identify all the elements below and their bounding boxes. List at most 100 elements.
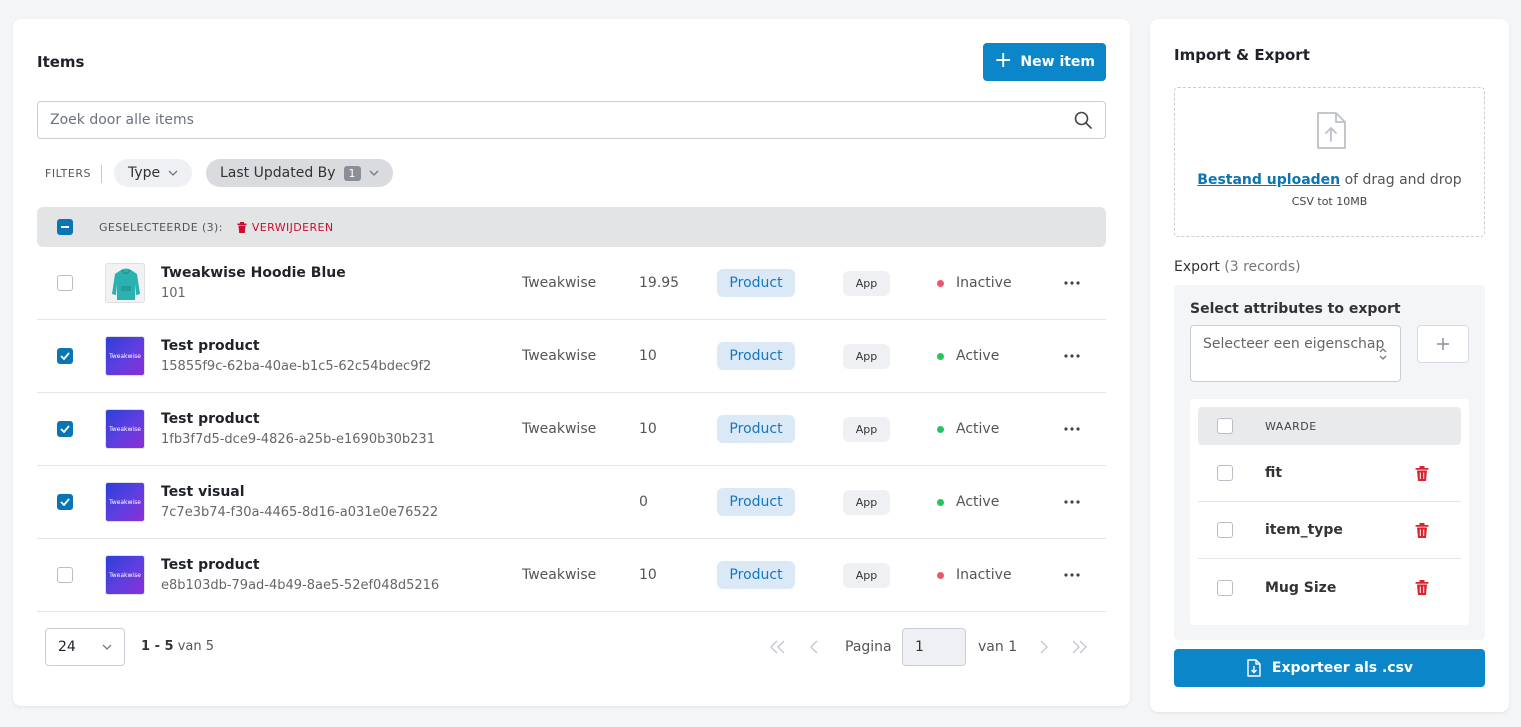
add-attribute-button[interactable] xyxy=(1417,325,1469,363)
file-dropzone[interactable]: Bestand uploaden of drag and drop CSV to… xyxy=(1174,87,1485,237)
selection-bar: GESELECTEERDE (3): VERWIJDEREN xyxy=(37,207,1106,247)
item-brand: Tweakwise xyxy=(522,567,597,583)
chevron-down-icon xyxy=(168,170,178,176)
table-row[interactable]: Tweakwise Hoodie Blue 101 Tweakwise 19.9… xyxy=(37,247,1106,320)
item-name[interactable]: Test product xyxy=(161,411,260,427)
item-type-badge: Product xyxy=(717,342,795,370)
item-id: 1fb3f7d5-dce9-4826-a25b-e1690b30b231 xyxy=(161,432,435,447)
more-horizontal-icon xyxy=(1064,354,1080,358)
pagination-range: 1 - 5 van 5 xyxy=(141,639,214,654)
range-value: 1 - 5 xyxy=(141,639,174,654)
range-total: van 5 xyxy=(177,639,214,654)
row-checkbox[interactable] xyxy=(57,494,73,510)
status-badge: Active xyxy=(937,494,999,510)
items-table: Tweakwise Hoodie Blue 101 Tweakwise 19.9… xyxy=(37,247,1106,612)
row-actions-button[interactable] xyxy=(1061,273,1083,293)
item-source-badge: App xyxy=(843,271,890,296)
checkmark-icon xyxy=(60,425,70,433)
item-thumbnail: Tweakwise xyxy=(105,555,145,595)
new-item-label: New item xyxy=(1020,54,1096,70)
filter-type-chip[interactable]: Type xyxy=(114,159,193,187)
item-price: 10 xyxy=(639,348,657,364)
row-checkbox[interactable] xyxy=(57,348,73,364)
item-source-badge: App xyxy=(843,563,890,588)
attribute-row: item_type xyxy=(1198,502,1461,559)
attribute-checkbox[interactable] xyxy=(1217,579,1233,596)
search-box xyxy=(37,101,1106,139)
item-thumbnail: Tweakwise xyxy=(105,482,145,522)
item-brand: Tweakwise xyxy=(522,421,597,437)
filter-last-updated-chip[interactable]: Last Updated By 1 xyxy=(206,159,393,187)
new-item-button[interactable]: + New item xyxy=(983,43,1106,81)
file-upload-icon xyxy=(1317,112,1346,149)
search-input[interactable] xyxy=(50,112,1073,128)
item-source-badge: App xyxy=(843,417,890,442)
item-price: 10 xyxy=(639,567,657,583)
checkmark-icon xyxy=(60,498,70,506)
attribute-checkbox[interactable] xyxy=(1217,465,1233,481)
attribute-name: fit xyxy=(1265,465,1283,481)
attribute-column-header: WAARDE xyxy=(1265,419,1317,433)
status-text: Active xyxy=(956,348,1000,364)
item-thumbnail xyxy=(105,263,145,303)
upload-hint: CSV tot 10MB xyxy=(1291,195,1368,208)
attribute-row: Mug Size xyxy=(1198,559,1461,616)
row-actions-button[interactable] xyxy=(1061,346,1083,366)
trash-icon[interactable] xyxy=(1415,580,1429,595)
page-size-value: 24 xyxy=(58,639,76,655)
tweakwise-logo: Tweakwise xyxy=(109,571,141,579)
export-count: (3 records) xyxy=(1224,259,1301,275)
chevron-down-icon xyxy=(369,170,379,176)
next-page-button[interactable] xyxy=(1033,637,1055,657)
row-checkbox[interactable] xyxy=(57,275,73,291)
double-chevron-left-icon xyxy=(770,640,785,654)
page-size-select[interactable]: 24 xyxy=(45,628,125,666)
status-dot xyxy=(937,279,944,287)
prev-page-button[interactable] xyxy=(803,637,825,657)
upload-link[interactable]: Bestand uploaden xyxy=(1197,172,1340,188)
table-row[interactable]: Tweakwise Test product 15855f9c-62ba-40a… xyxy=(37,320,1106,393)
page-label: Pagina xyxy=(845,639,892,655)
last-page-button[interactable] xyxy=(1068,637,1090,657)
attribute-select[interactable]: Selecteer een eigenschap xyxy=(1190,325,1401,382)
first-page-button[interactable] xyxy=(767,637,789,657)
item-price: 10 xyxy=(639,421,657,437)
row-actions-button[interactable] xyxy=(1061,492,1083,512)
trash-icon[interactable] xyxy=(1415,523,1429,538)
export-label: Export xyxy=(1174,259,1220,275)
status-dot xyxy=(937,352,944,360)
item-id: e8b103db-79ad-4b49-8ae5-52ef048d5216 xyxy=(161,578,440,593)
table-row[interactable]: Tweakwise Test product 1fb3f7d5-dce9-482… xyxy=(37,393,1106,466)
row-checkbox[interactable] xyxy=(57,567,73,583)
export-settings: Select attributes to export Selecteer ee… xyxy=(1174,285,1485,640)
status-dot xyxy=(937,498,944,506)
item-type-badge: Product xyxy=(717,269,795,297)
attribute-checkbox[interactable] xyxy=(1217,522,1233,538)
table-row[interactable]: Tweakwise Test visual 7c7e3b74-f30a-4465… xyxy=(37,466,1106,539)
row-actions-button[interactable] xyxy=(1061,419,1083,439)
trash-icon[interactable] xyxy=(1415,466,1429,481)
item-price: 19.95 xyxy=(639,275,680,291)
item-name[interactable]: Test product xyxy=(161,338,260,354)
table-row[interactable]: Tweakwise Test product e8b103db-79ad-4b4… xyxy=(37,539,1106,612)
more-horizontal-icon xyxy=(1064,500,1080,504)
status-badge: Active xyxy=(937,348,999,364)
row-checkbox[interactable] xyxy=(57,421,73,437)
page-number-input[interactable] xyxy=(902,628,966,666)
item-name[interactable]: Test product xyxy=(161,557,260,573)
chevron-right-icon xyxy=(1040,640,1048,654)
select-all-checkbox[interactable] xyxy=(57,219,73,235)
attribute-select-all-checkbox[interactable] xyxy=(1217,418,1233,434)
item-type-badge: Product xyxy=(717,415,795,443)
filters-label: FILTERS xyxy=(45,167,91,180)
import-export-panel: Import & Export Bestand uploaden of drag… xyxy=(1150,19,1509,712)
chevron-left-icon xyxy=(810,640,818,654)
row-actions-button[interactable] xyxy=(1061,565,1083,585)
trash-icon xyxy=(237,221,247,233)
item-brand: Tweakwise xyxy=(522,348,597,364)
export-csv-button[interactable]: Exporteer als .csv xyxy=(1174,649,1485,687)
item-name[interactable]: Tweakwise Hoodie Blue xyxy=(161,265,346,281)
item-name[interactable]: Test visual xyxy=(161,484,245,500)
delete-selected-button[interactable]: VERWIJDEREN xyxy=(237,221,334,234)
search-icon[interactable] xyxy=(1073,110,1093,130)
